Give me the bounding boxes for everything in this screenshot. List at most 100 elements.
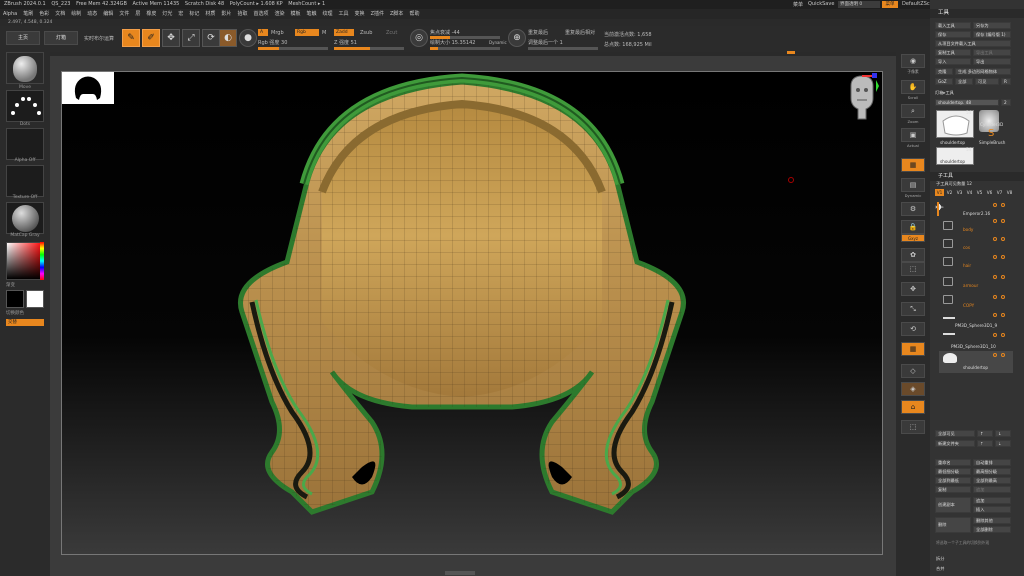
simplebrush-icon[interactable]: S: [988, 128, 1000, 140]
split-label[interactable]: 拆分: [936, 556, 944, 562]
more-button[interactable]: 追加: [973, 497, 1011, 504]
polypaint-icon[interactable]: [1001, 203, 1005, 207]
canvas-scroll-handle[interactable]: [445, 571, 475, 575]
arrow-down-button[interactable]: ↓: [995, 430, 1011, 437]
load-from-project-button[interactable]: 从项目文件载入工具: [935, 40, 1011, 47]
menu-item[interactable]: 标记: [189, 9, 199, 19]
goz-button[interactable]: GoZ: [935, 78, 953, 85]
menu-item[interactable]: 影片: [221, 9, 231, 19]
shouldertop-mesh[interactable]: [212, 72, 712, 552]
draw-size-slider[interactable]: [430, 47, 500, 50]
z-intensity-slider[interactable]: [334, 47, 404, 50]
mrgb-button[interactable]: Mrgb: [271, 30, 284, 36]
frame-button[interactable]: ⬚: [901, 262, 925, 276]
polypaint-icon[interactable]: [1001, 255, 1005, 259]
menu-item[interactable]: 材质: [205, 9, 215, 19]
version-tab[interactable]: V8: [1005, 189, 1014, 196]
visibility-icon[interactable]: [993, 219, 997, 223]
folder-copy[interactable]: COPY: [963, 303, 974, 308]
lightbox-button[interactable]: 灯箱: [44, 31, 78, 45]
subtool-sphere-10[interactable]: PM3D_Sphere3D1_10: [951, 344, 996, 349]
stroke-icon[interactable]: ◎: [410, 29, 428, 47]
backface-relative-button[interactable]: 重复最后相对: [565, 29, 595, 36]
menu-item[interactable]: Alpha: [3, 9, 17, 19]
switch-color-label[interactable]: 切换颜色: [6, 310, 44, 316]
tool-count[interactable]: 2: [1001, 99, 1011, 106]
floor-button[interactable]: ▤: [901, 178, 925, 192]
zsub-button[interactable]: Zsub: [360, 30, 372, 36]
xpose-button[interactable]: ⬚: [901, 420, 925, 434]
version-tab[interactable]: V4: [965, 189, 974, 196]
hue-strip[interactable]: [40, 242, 44, 280]
version-tab[interactable]: V1: [935, 189, 944, 196]
new-folder-button[interactable]: 新建文件夹: [935, 440, 975, 447]
scroll-button[interactable]: ✋: [901, 80, 925, 94]
texture-thumbnail[interactable]: [6, 165, 44, 197]
rotate-button[interactable]: ⟳: [202, 29, 220, 47]
menu-label[interactable]: 菜单: [793, 1, 803, 8]
menu-item[interactable]: 橡皮: [146, 9, 156, 19]
version-tab[interactable]: V7: [995, 189, 1004, 196]
menu-item[interactable]: 色彩: [39, 9, 49, 19]
menu-item[interactable]: 帮助: [409, 9, 419, 19]
symmetry-icon[interactable]: ⊕: [508, 29, 526, 47]
polypaint-icon[interactable]: [1001, 295, 1005, 299]
visibility-icon[interactable]: [993, 203, 997, 207]
visibility-icon[interactable]: [993, 353, 997, 357]
transp-button[interactable]: ◇: [901, 364, 925, 378]
all-low-button[interactable]: 最低细分级: [935, 468, 971, 475]
clone2-button[interactable]: 克隆: [935, 68, 953, 75]
export-tool-button[interactable]: 导出工具: [973, 49, 1011, 56]
menu-item[interactable]: 纹理: [323, 9, 333, 19]
adjust-last-label[interactable]: 调整最后一个 1: [528, 39, 563, 46]
document-canvas[interactable]: [61, 71, 883, 555]
all-high-button[interactable]: 最高细分级: [973, 468, 1011, 475]
alpha-thumbnail[interactable]: [6, 128, 44, 160]
folder-hair[interactable]: hair: [963, 263, 971, 268]
menu-item[interactable]: 变换: [355, 9, 365, 19]
stroke-thumbnail[interactable]: [6, 90, 44, 122]
visible-button[interactable]: 可见: [975, 78, 999, 85]
delete-other-button[interactable]: 删除其他: [973, 517, 1011, 524]
move-3d-button[interactable]: ✥: [901, 282, 925, 296]
actual-button[interactable]: ▣: [901, 128, 925, 142]
zadd-button[interactable]: Zadd: [334, 29, 354, 36]
main-color-swatch[interactable]: [26, 290, 44, 308]
menu-item[interactable]: 层: [135, 9, 140, 19]
ui-button[interactable]: 菜单: [882, 1, 898, 8]
merge-label[interactable]: 合并: [936, 566, 944, 572]
copy-tool-button[interactable]: 保存: [935, 31, 971, 38]
scale-button[interactable]: ⤢: [182, 29, 200, 47]
menu-item[interactable]: 文档: [55, 9, 65, 19]
color-picker[interactable]: [6, 242, 44, 280]
polypaint-icon[interactable]: [1001, 353, 1005, 357]
menu-item[interactable]: 笔触: [307, 9, 317, 19]
snap-button[interactable]: ✿: [901, 248, 925, 262]
subtool-list[interactable]: ✈ Emperor2.16 body cos hair armour COPY …: [935, 199, 1015, 374]
a-button[interactable]: A: [258, 29, 268, 36]
xyz-button[interactable]: Gxyz: [901, 234, 925, 242]
material-mode-icon[interactable]: ◐: [219, 29, 237, 47]
move-down-button[interactable]: ⇣: [995, 440, 1011, 447]
menu-item[interactable]: 拾取: [237, 9, 247, 19]
r-button[interactable]: R: [1001, 78, 1011, 85]
material-thumbnail[interactable]: [6, 202, 44, 234]
menu-item[interactable]: 笔刷: [23, 9, 33, 19]
version-tab[interactable]: V6: [985, 189, 994, 196]
subtool-sphere-9[interactable]: PM3D_Sphere3D1_9: [955, 323, 997, 328]
menu-item[interactable]: 渲染: [274, 9, 284, 19]
move-up-button[interactable]: ⇡: [977, 440, 993, 447]
ghost-button[interactable]: ◈: [901, 382, 925, 396]
zoom-button[interactable]: ⌕: [901, 104, 925, 118]
all-to-lowest-button[interactable]: 全部到最低: [935, 477, 971, 484]
polypaint-icon[interactable]: [1001, 313, 1005, 317]
draw-button[interactable]: ✐: [142, 29, 160, 47]
transparency-slider[interactable]: 界面透明 0: [838, 1, 880, 8]
delete-button[interactable]: 删除: [935, 517, 971, 533]
rotate-3d-button[interactable]: ⟲: [901, 322, 925, 336]
visibility-icon[interactable]: [993, 313, 997, 317]
toolbar-scroll-handle[interactable]: [787, 51, 795, 54]
polypaint-icon[interactable]: [1001, 219, 1005, 223]
folder-armour[interactable]: armour: [963, 283, 978, 288]
secondary-color-swatch[interactable]: [6, 290, 24, 308]
